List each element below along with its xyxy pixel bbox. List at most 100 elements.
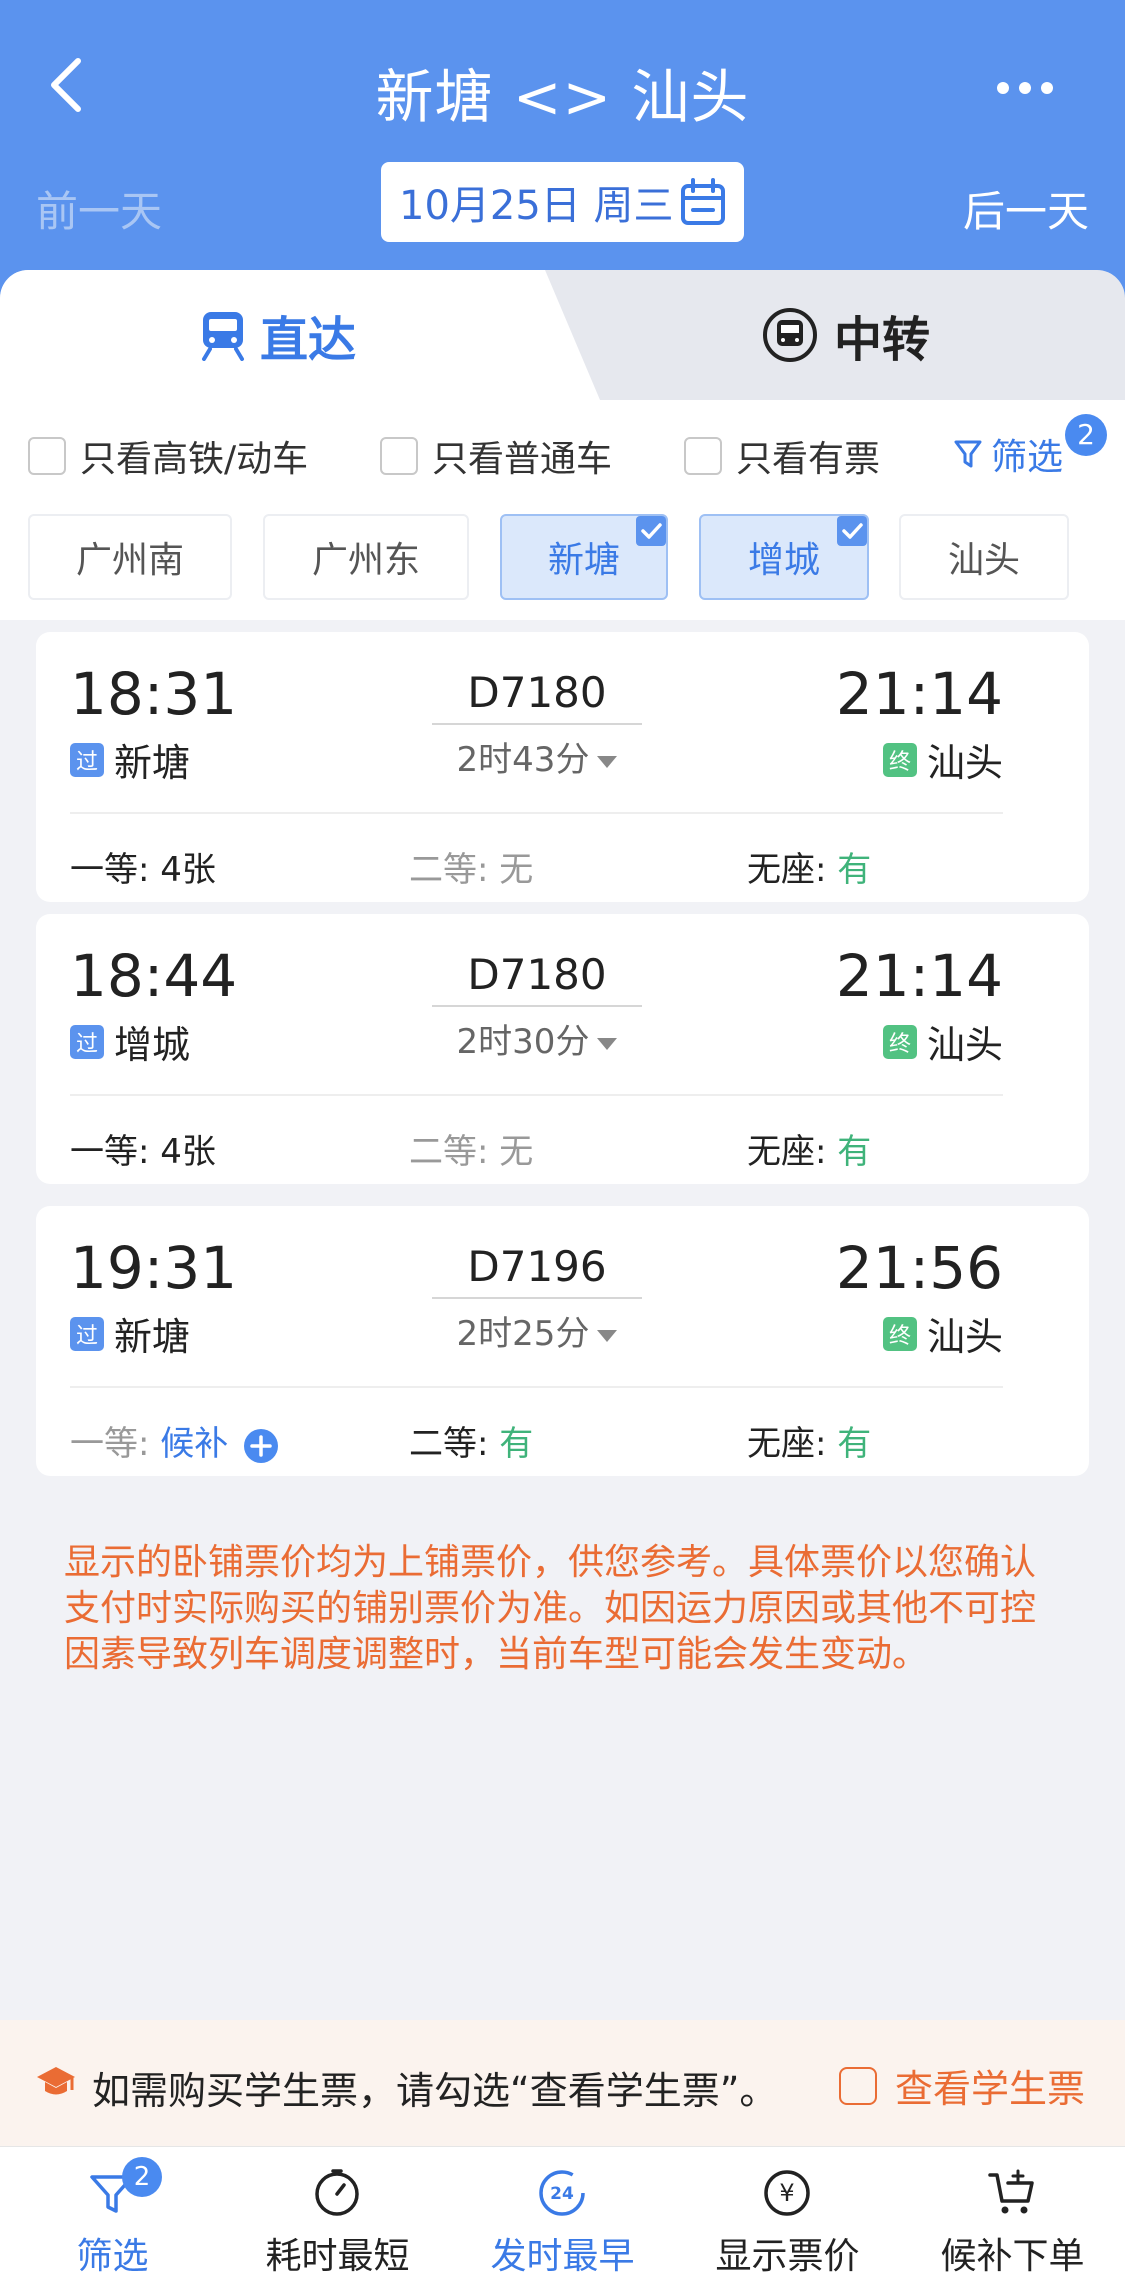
plus-circle-icon[interactable] xyxy=(243,1428,279,1464)
view-student-ticket-checkbox[interactable]: 查看学生票 xyxy=(838,2058,1085,2113)
caret-down-icon xyxy=(597,755,618,768)
only-high-speed-checkbox[interactable]: 只看高铁/动车 xyxy=(28,430,308,482)
tab-direct[interactable]: 直达 xyxy=(200,270,356,400)
arrival-station: 终 汕头 xyxy=(882,732,1003,787)
trip-duration[interactable]: 2时43分 xyxy=(432,732,642,781)
train-card[interactable]: 18:31 过 新塘 D7180 2时43分 21:14 终 汕头 一等: 4张… xyxy=(36,632,1089,902)
arrival-time: 21:14 xyxy=(835,660,1003,728)
terminal-tag: 终 xyxy=(882,1316,917,1351)
only-available-checkbox[interactable]: 只看有票 xyxy=(684,430,880,482)
train-number: D7196 xyxy=(432,1242,642,1299)
seat-value: 有 xyxy=(499,1424,534,1464)
departure-time: 19:31 xyxy=(70,1234,238,1302)
nav-waitlist-order[interactable]: 候补下单 xyxy=(900,2147,1125,2272)
pass-tag: 过 xyxy=(70,1316,104,1351)
more-icon[interactable] xyxy=(995,78,1055,98)
seat-first-class: 一等: 4张 xyxy=(70,842,216,891)
corner-check-icon xyxy=(837,516,867,546)
station-chip-guangzhou-south[interactable]: 广州南 xyxy=(28,514,232,600)
filter-count-badge: 2 xyxy=(1065,414,1107,456)
bottom-toolbar: 2 筛选 耗时最短 24 发时最早 ¥ 显示票价 候补下单 xyxy=(0,2146,1125,2272)
tab-direct-label: 直达 xyxy=(260,312,357,368)
nav-label: 耗时最短 xyxy=(265,2236,410,2272)
train-card[interactable]: 19:31 过 新塘 D7196 2时25分 21:56 终 汕头 一等: 候补… xyxy=(36,1206,1089,1476)
trip-duration[interactable]: 2时30分 xyxy=(432,1014,642,1063)
timer-icon xyxy=(315,2169,359,2216)
date-label: 10月25日 周三 xyxy=(399,183,674,229)
station-chip-label: 增城 xyxy=(747,540,820,581)
nav-earliest-departure[interactable]: 24 发时最早 xyxy=(450,2147,675,2272)
seat-label: 无座: xyxy=(747,1424,838,1464)
only-available-label: 只看有票 xyxy=(736,439,881,480)
nav-label: 发时最早 xyxy=(490,2236,635,2272)
seat-first-class[interactable]: 一等: 候补 xyxy=(70,1416,279,1465)
calendar-icon xyxy=(681,178,725,225)
seat-standing: 无座: 有 xyxy=(747,1416,871,1465)
seat-value: 无 xyxy=(499,1132,534,1172)
seat-value: 有 xyxy=(837,1424,872,1464)
train-number: D7180 xyxy=(432,668,642,725)
terminal-tag: 终 xyxy=(882,1024,917,1059)
checkbox-box xyxy=(380,437,418,475)
arrival-time: 21:56 xyxy=(835,1234,1003,1302)
arrival-station: 终 汕头 xyxy=(882,1306,1003,1361)
tab-transfer[interactable]: 中转 xyxy=(760,270,930,400)
seat-value: 4张 xyxy=(160,1132,216,1172)
pass-tag: 过 xyxy=(70,742,104,777)
station-chip-label: 新塘 xyxy=(547,540,620,581)
divider xyxy=(70,812,1003,814)
caret-down-icon xyxy=(597,1329,618,1342)
checkbox-box xyxy=(684,437,722,475)
nav-label: 筛选 xyxy=(76,2236,149,2272)
date-picker[interactable]: 10月25日 周三 xyxy=(381,162,744,242)
station-chip-zengcheng[interactable]: 增城 xyxy=(699,514,869,600)
tab-transfer-label: 中转 xyxy=(834,312,931,368)
only-normal-checkbox[interactable]: 只看普通车 xyxy=(380,430,612,482)
funnel-icon xyxy=(954,440,982,468)
filter-button[interactable]: 筛选 xyxy=(953,428,1063,480)
price-notice: 显示的卧铺票价均为上铺票价，供您参考。具体票价以您确认支付时实际购买的铺别票价为… xyxy=(64,1542,1037,1675)
filter-options: 只看高铁/动车 只看普通车 只看有票 筛选 2 xyxy=(0,400,1125,510)
departure-station-name: 新塘 xyxy=(114,741,191,785)
arrival-station-name: 汕头 xyxy=(926,1023,1003,1067)
main-content: 只看高铁/动车 只看普通车 只看有票 筛选 2 广州南 广州东 新塘 增城 汕头… xyxy=(0,400,1125,2020)
seat-second-class: 二等: 无 xyxy=(409,1124,533,1173)
waitlist-link[interactable]: 候补 xyxy=(160,1424,228,1464)
checkbox-box xyxy=(838,2066,877,2105)
departure-time: 18:31 xyxy=(70,660,238,728)
seat-value: 4张 xyxy=(160,850,216,890)
departure-station: 过 新塘 xyxy=(70,1306,190,1361)
train-icon xyxy=(202,312,244,361)
divider xyxy=(70,1094,1003,1096)
filter-badge: 2 xyxy=(122,2157,162,2197)
seat-standing: 无座: 有 xyxy=(747,842,871,891)
clock-24-icon: 24 xyxy=(539,2170,585,2216)
nav-label: 显示票价 xyxy=(715,2236,860,2272)
trip-duration[interactable]: 2时25分 xyxy=(432,1306,642,1355)
departure-station: 过 增城 xyxy=(70,1014,190,1069)
nav-show-price[interactable]: ¥ 显示票价 xyxy=(675,2147,900,2272)
pass-tag: 过 xyxy=(70,1024,104,1059)
nav-label: 候补下单 xyxy=(940,2236,1085,2272)
arrival-station: 终 汕头 xyxy=(882,1014,1003,1069)
next-day-button[interactable]: 后一天 xyxy=(963,178,1089,239)
duration-text: 2时43分 xyxy=(456,740,590,780)
nav-shortest-duration[interactable]: 耗时最短 xyxy=(225,2147,450,2272)
seat-label: 无座: xyxy=(747,850,838,890)
arrival-station-name: 汕头 xyxy=(926,741,1003,785)
station-chip-xintang[interactable]: 新塘 xyxy=(500,514,668,600)
station-chip-guangzhou-east[interactable]: 广州东 xyxy=(263,514,469,600)
transfer-train-icon xyxy=(763,308,817,362)
student-ticket-bar: 如需购买学生票，请勾选“查看学生票”。 查看学生票 xyxy=(0,2020,1125,2146)
yuan-icon: ¥ xyxy=(764,2170,810,2216)
station-chip-shantou[interactable]: 汕头 xyxy=(899,514,1069,600)
yuan-text: ¥ xyxy=(779,2179,794,2207)
seat-label: 无座: xyxy=(747,1132,838,1172)
duration-text: 2时25分 xyxy=(456,1314,590,1354)
seat-label: 一等: xyxy=(70,1132,161,1172)
seat-second-class: 二等: 有 xyxy=(409,1416,533,1465)
only-normal-label: 只看普通车 xyxy=(432,439,613,480)
prev-day-button[interactable]: 前一天 xyxy=(36,178,162,239)
nav-filter[interactable]: 2 筛选 xyxy=(0,2147,225,2272)
train-card[interactable]: 18:44 过 增城 D7180 2时30分 21:14 终 汕头 一等: 4张… xyxy=(36,914,1089,1184)
